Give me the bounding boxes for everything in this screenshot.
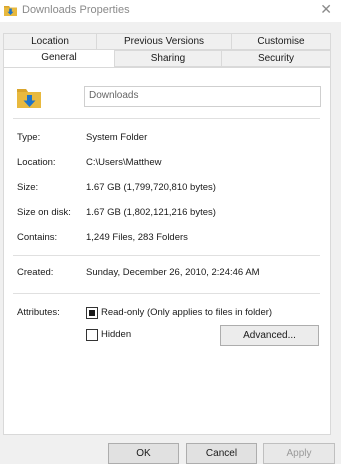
type-label: Type: xyxy=(17,132,41,143)
folder-download-icon xyxy=(17,89,41,108)
created-value: Sunday, December 26, 2010, 2:24:46 AM xyxy=(86,267,260,278)
location-label: Location: xyxy=(17,157,56,168)
size-on-disk-value: 1.67 GB (1,802,121,216 bytes) xyxy=(86,207,216,218)
location-value: C:\Users\Matthew xyxy=(86,157,162,168)
separator xyxy=(13,255,320,256)
readonly-label: Read-only (Only applies to files in fold… xyxy=(101,307,273,318)
size-on-disk-label: Size on disk: xyxy=(17,207,71,218)
separator xyxy=(13,118,320,119)
separator xyxy=(13,293,320,294)
general-panel xyxy=(3,67,331,435)
contains-value: 1,249 Files, 283 Folders xyxy=(86,232,188,243)
folder-download-icon xyxy=(4,6,17,16)
hidden-label: Hidden xyxy=(101,329,132,340)
apply-button[interactable]: Apply xyxy=(263,443,335,464)
hidden-checkbox[interactable] xyxy=(86,329,98,341)
window-title: Downloads Properties xyxy=(22,4,130,16)
ok-button[interactable]: OK xyxy=(108,443,179,464)
advanced-button[interactable]: Advanced... xyxy=(220,325,319,346)
title-bar: Downloads Properties ✕ xyxy=(0,0,341,22)
attributes-label: Attributes: xyxy=(17,307,60,318)
properties-window: Downloads Properties ✕ Location Previous… xyxy=(0,0,341,464)
tab-sharing[interactable]: Sharing xyxy=(114,50,222,67)
tab-general[interactable]: General xyxy=(3,49,115,67)
tab-customise[interactable]: Customise xyxy=(231,33,331,50)
type-value: System Folder xyxy=(86,132,148,143)
folder-name-input[interactable]: Downloads xyxy=(84,86,321,107)
tab-location[interactable]: Location xyxy=(3,33,97,50)
contains-label: Contains: xyxy=(17,232,58,243)
tab-security[interactable]: Security xyxy=(221,50,331,67)
close-button[interactable]: ✕ xyxy=(320,1,332,18)
size-label: Size: xyxy=(17,182,39,193)
readonly-checkbox[interactable] xyxy=(86,307,98,319)
created-label: Created: xyxy=(17,267,54,278)
tab-previous-versions[interactable]: Previous Versions xyxy=(96,33,232,50)
size-value: 1.67 GB (1,799,720,810 bytes) xyxy=(86,182,216,193)
cancel-button[interactable]: Cancel xyxy=(186,443,257,464)
